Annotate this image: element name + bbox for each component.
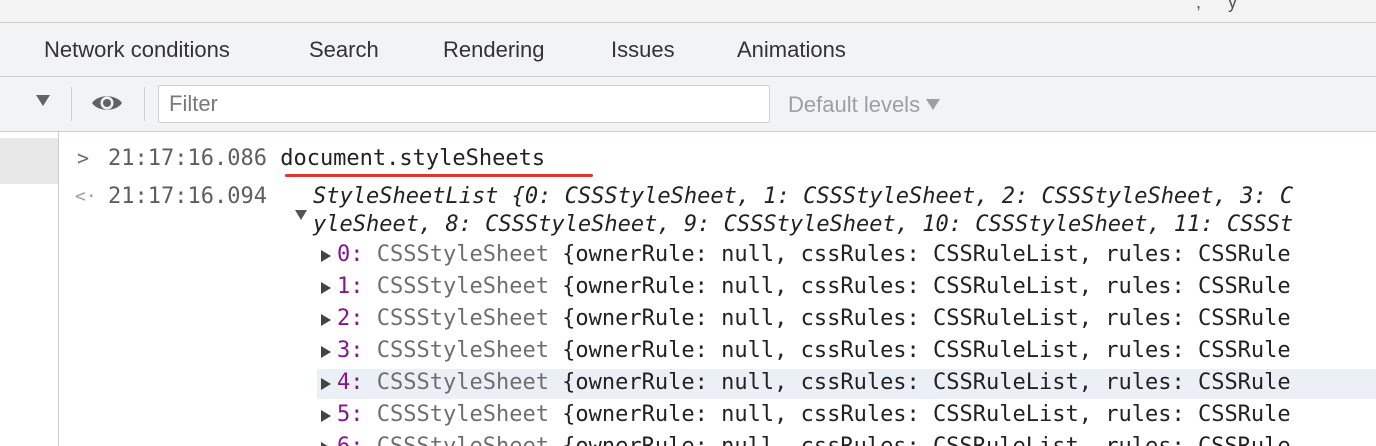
entry-preview: {ownerRule: null, cssRules: CSSRuleList,…: [548, 338, 1291, 363]
eye-icon[interactable]: [90, 91, 124, 115]
entry-key: 0: [337, 242, 351, 267]
sidebar-selected-item[interactable]: [0, 138, 58, 184]
entry-class: CSSStyleSheet: [376, 370, 549, 395]
expand-triangle-right-icon[interactable]: [321, 282, 331, 294]
return-arrow-icon: <·: [75, 186, 97, 207]
triangle-down-icon: [926, 98, 941, 110]
entry-preview: {ownerRule: null, cssRules: CSSRuleList,…: [548, 274, 1291, 299]
entry-preview: {ownerRule: null, cssRules: CSSRuleList,…: [548, 402, 1291, 427]
toolbar-divider: [144, 87, 145, 121]
toolbar-divider: [71, 87, 72, 121]
expand-triangle-right-icon[interactable]: [321, 410, 331, 422]
stylesheet-entry-5[interactable]: 5: CSSStyleSheet {ownerRule: null, cssRu…: [317, 401, 1376, 431]
expand-triangle-right-icon[interactable]: [321, 250, 331, 262]
input-chevron-icon: >: [77, 146, 90, 170]
input-timestamp: 21:17:16.086: [108, 146, 267, 171]
log-levels-dropdown[interactable]: Default levels: [788, 92, 941, 118]
entry-key: 3: [337, 338, 351, 363]
entry-preview: {ownerRule: null, cssRules: CSSRuleList,…: [548, 370, 1291, 395]
filter-field: [158, 85, 770, 123]
filter-input[interactable]: [167, 86, 761, 122]
console-toolbar: Default levels: [0, 77, 1376, 132]
stylesheet-entry-4[interactable]: 4: CSSStyleSheet {ownerRule: null, cssRu…: [317, 369, 1376, 399]
sidebar-toggle-triangle-down-icon[interactable]: [36, 95, 50, 106]
entry-class: CSSStyleSheet: [376, 338, 549, 363]
entry-preview: {ownerRule: null, cssRules: CSSRuleList,…: [548, 242, 1291, 267]
stylesheet-entry-1[interactable]: 1: CSSStyleSheet {ownerRule: null, cssRu…: [317, 273, 1376, 303]
entry-class: CSSStyleSheet: [377, 434, 549, 446]
stylesheet-entry-2[interactable]: 2: CSSStyleSheet {ownerRule: null, cssRu…: [317, 305, 1376, 335]
drawer-tab-bar: Network conditions Search Rendering Issu…: [0, 23, 1376, 77]
tab-rendering[interactable]: Rendering: [443, 37, 545, 63]
entry-key: 5: [337, 402, 351, 427]
entry-class: CSSStyleSheet: [376, 274, 549, 299]
entry-key: 6: [337, 434, 350, 446]
expand-triangle-down-icon[interactable]: [295, 210, 307, 220]
console-output: > 21:17:16.086 document.styleSheets <· 2…: [59, 132, 1376, 446]
partial-glyph-icon: y: [1228, 0, 1237, 12]
entry-key: 2: [337, 306, 351, 331]
entry-key: 1: [337, 274, 351, 299]
stylesheetlist-summary-line-2[interactable]: yleSheet, 8: CSSStyleSheet, 9: CSSStyleS…: [313, 212, 1293, 237]
partial-glyph-icon: ,: [1196, 0, 1202, 12]
expand-triangle-right-icon[interactable]: [321, 314, 331, 326]
console-input-line: 21:17:16.086 document.styleSheets: [108, 146, 545, 171]
red-underline-annotation: [285, 174, 593, 177]
entry-preview: {ownerRule: null, cssRules: CSSRuleList,…: [548, 306, 1291, 331]
entry-preview: {ownerRule: null, cssRules: CSSRuleList,…: [549, 434, 1291, 446]
entry-key: 4: [337, 370, 351, 395]
stylesheet-entry-6[interactable]: 6: CSSStyleSheet {ownerRule: null, cssRu…: [317, 433, 1376, 446]
expand-triangle-right-icon[interactable]: [321, 346, 331, 358]
output-timestamp: 21:17:16.094: [108, 184, 267, 209]
console-sidebar: [0, 132, 59, 446]
stylesheet-entry-0[interactable]: 0: CSSStyleSheet {ownerRule: null, cssRu…: [317, 241, 1376, 271]
input-expression[interactable]: document.styleSheets: [280, 146, 545, 171]
entry-class: CSSStyleSheet: [376, 242, 549, 267]
expand-triangle-right-icon[interactable]: [321, 378, 331, 390]
stylesheetlist-summary-line-1[interactable]: StyleSheetList {0: CSSStyleSheet, 1: CSS…: [313, 184, 1293, 209]
stylesheet-entry-3[interactable]: 3: CSSStyleSheet {ownerRule: null, cssRu…: [317, 337, 1376, 367]
entry-class: CSSStyleSheet: [376, 306, 549, 331]
tab-animations[interactable]: Animations: [737, 37, 846, 63]
tab-network-conditions[interactable]: Network conditions: [44, 37, 230, 63]
output-timestamp-line: 21:17:16.094: [108, 184, 267, 209]
expand-triangle-right-icon[interactable]: [321, 442, 331, 446]
tab-issues[interactable]: Issues: [611, 37, 675, 63]
tab-search[interactable]: Search: [309, 37, 379, 63]
top-window-strip: , y: [0, 0, 1376, 23]
log-levels-label: Default levels: [788, 92, 921, 117]
entry-class: CSSStyleSheet: [376, 402, 549, 427]
